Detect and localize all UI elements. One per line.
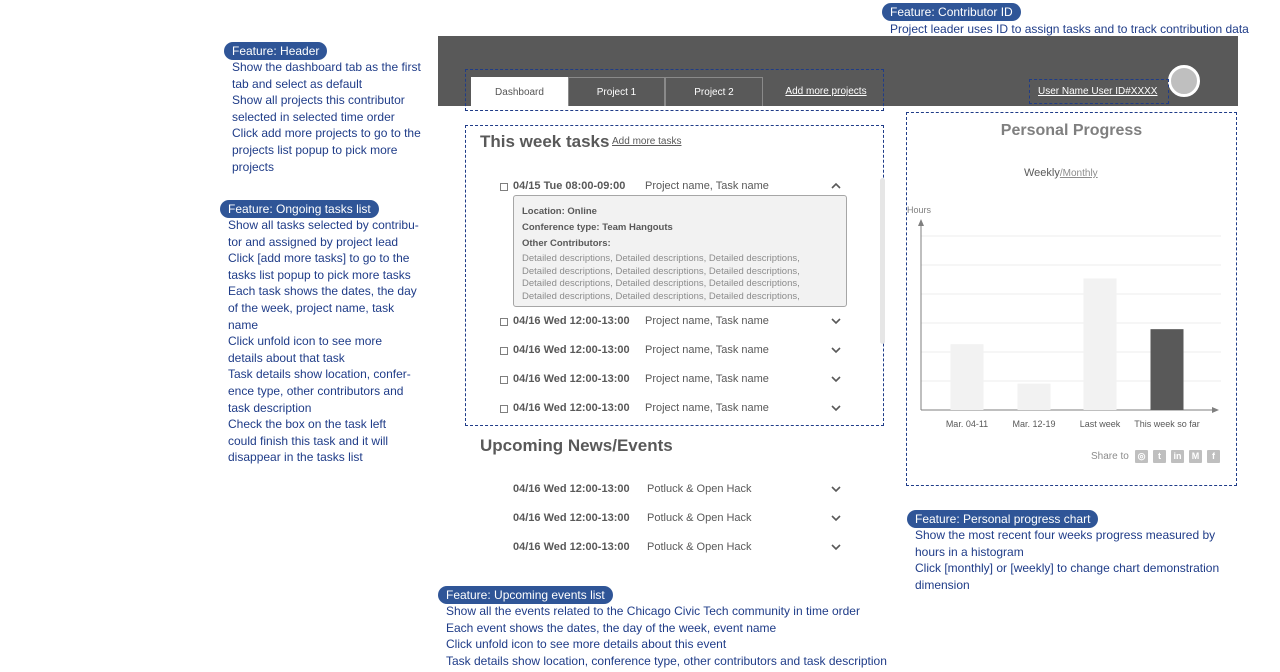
task-details-panel: Location: Online Conference type: Team H… — [513, 195, 847, 307]
task-description: Detailed descriptions, Detailed descript… — [522, 253, 800, 264]
event-row: 04/16 Wed 12:00-13:00 Potluck & Open Hac… — [500, 541, 842, 557]
event-row: 04/16 Wed 12:00-13:00 Potluck & Open Hac… — [500, 483, 842, 499]
chart-x-tick-label: Mar. 12-19 — [1012, 419, 1055, 429]
task-checkbox[interactable] — [500, 405, 508, 413]
task-checkbox[interactable] — [500, 183, 508, 191]
contributor-id-outline — [1029, 79, 1169, 104]
chevron-down-icon[interactable] — [830, 315, 842, 327]
tasks-scrollbar[interactable] — [880, 178, 885, 344]
medium-icon[interactable]: M — [1189, 450, 1202, 463]
chart-period-toggle: Weekly/Monthly — [1024, 167, 1098, 179]
task-row: 04/16 Wed 12:00-13:00 Project name, Task… — [500, 402, 842, 418]
task-row: 04/15 Tue 08:00-09:00 Project name, Task… — [500, 180, 842, 196]
twitter-icon[interactable]: t — [1153, 450, 1166, 463]
weekly-toggle[interactable]: Weekly — [1024, 167, 1060, 179]
chevron-down-icon[interactable] — [830, 483, 842, 495]
annotation-ongoing-pill: Feature: Ongoing tasks list — [220, 200, 379, 218]
progress-chart: Hours Mar. 04-11 Mar. 12-19 Last week This w… — [907, 205, 1221, 429]
chart-x-tick-label: Mar. 04-11 — [946, 419, 988, 429]
chart-x-arrow — [1212, 407, 1219, 413]
task-description: Detailed descriptions, Detailed descript… — [522, 290, 800, 302]
event-date: 04/16 Wed 12:00-13:00 — [513, 512, 630, 524]
instagram-icon[interactable]: ◎ — [1135, 450, 1148, 463]
event-name: Potluck & Open Hack — [647, 512, 752, 524]
add-tasks-link[interactable]: Add more tasks — [612, 136, 681, 147]
task-name: Project name, Task name — [645, 344, 769, 356]
task-date: 04/16 Wed 12:00-13:00 — [513, 373, 630, 385]
event-date: 04/16 Wed 12:00-13:00 — [513, 483, 630, 495]
event-name: Potluck & Open Hack — [647, 483, 752, 495]
chart-x-tick-label: This week so far — [1134, 419, 1200, 429]
linkedin-icon[interactable]: in — [1171, 450, 1184, 463]
task-row: 04/16 Wed 12:00-13:00 Project name, Task… — [500, 315, 842, 331]
header-tabs-outline — [465, 69, 884, 111]
chevron-down-icon[interactable] — [830, 373, 842, 385]
task-checkbox[interactable] — [500, 318, 508, 326]
facebook-icon[interactable]: f — [1207, 450, 1220, 463]
task-location: Location: Online — [522, 206, 597, 217]
task-date: 04/16 Wed 12:00-13:00 — [513, 315, 630, 327]
annotation-contributor-pill: Feature: Contributor ID — [882, 3, 1021, 21]
chart-bar — [1083, 278, 1117, 410]
avatar[interactable] — [1168, 65, 1200, 97]
events-title: Upcoming News/Events — [480, 436, 673, 455]
chart-bar — [1017, 383, 1051, 410]
annotation-header-text: Show the dashboard tab as the first tab … — [232, 60, 421, 174]
task-date: 04/15 Tue 08:00-09:00 — [513, 180, 626, 192]
task-name: Project name, Task name — [645, 402, 769, 414]
task-name: Project name, Task name — [645, 180, 769, 192]
task-conference-type: Conference type: Team Hangouts — [522, 222, 673, 233]
tasks-title: This week tasks — [480, 132, 610, 151]
annotation-progress-text: Show the most recent four weeks progress… — [915, 528, 1220, 592]
chevron-down-icon[interactable] — [830, 344, 842, 356]
chart-bar — [950, 344, 984, 410]
event-date: 04/16 Wed 12:00-13:00 — [513, 541, 630, 553]
chart-y-label: Hours — [907, 205, 932, 215]
chart-bar — [1150, 329, 1184, 410]
chevron-down-icon[interactable] — [830, 512, 842, 524]
annotation-upcoming-text: Show all the events related to the Chica… — [446, 604, 887, 668]
task-date: 04/16 Wed 12:00-13:00 — [513, 344, 630, 356]
task-row: 04/16 Wed 12:00-13:00 Project name, Task… — [500, 373, 842, 389]
annotation-upcoming-pill: Feature: Upcoming events list — [438, 586, 613, 604]
progress-title: Personal Progress — [1000, 122, 1143, 139]
task-date: 04/16 Wed 12:00-13:00 — [513, 402, 630, 414]
task-checkbox[interactable] — [500, 347, 508, 355]
monthly-toggle[interactable]: /Monthly — [1060, 168, 1098, 179]
annotation-progress-pill: Feature: Personal progress chart — [907, 510, 1099, 528]
annotation-ongoing-text: Show all tasks selected by contribu- tor… — [228, 218, 419, 465]
chevron-down-icon[interactable] — [830, 402, 842, 414]
task-row: 04/16 Wed 12:00-13:00 Project name, Task… — [500, 344, 842, 360]
chart-y-arrow — [918, 219, 924, 226]
chart-x-tick-label: Last week — [1080, 419, 1121, 429]
task-other-contributors: Other Contributors: — [522, 238, 611, 249]
task-description: Detailed descriptions, Detailed descript… — [522, 265, 800, 277]
annotation-header-pill: Feature: Header — [224, 42, 328, 60]
task-name: Project name, Task name — [645, 315, 769, 327]
task-description: Detailed descriptions, Detailed descript… — [522, 278, 800, 290]
task-checkbox[interactable] — [500, 376, 508, 384]
task-name: Project name, Task name — [645, 373, 769, 385]
chevron-down-icon[interactable] — [830, 541, 842, 553]
event-row: 04/16 Wed 12:00-13:00 Potluck & Open Hac… — [500, 512, 842, 528]
chevron-up-icon[interactable] — [830, 180, 842, 192]
share-label: Share to — [1091, 451, 1129, 462]
event-name: Potluck & Open Hack — [647, 541, 752, 553]
